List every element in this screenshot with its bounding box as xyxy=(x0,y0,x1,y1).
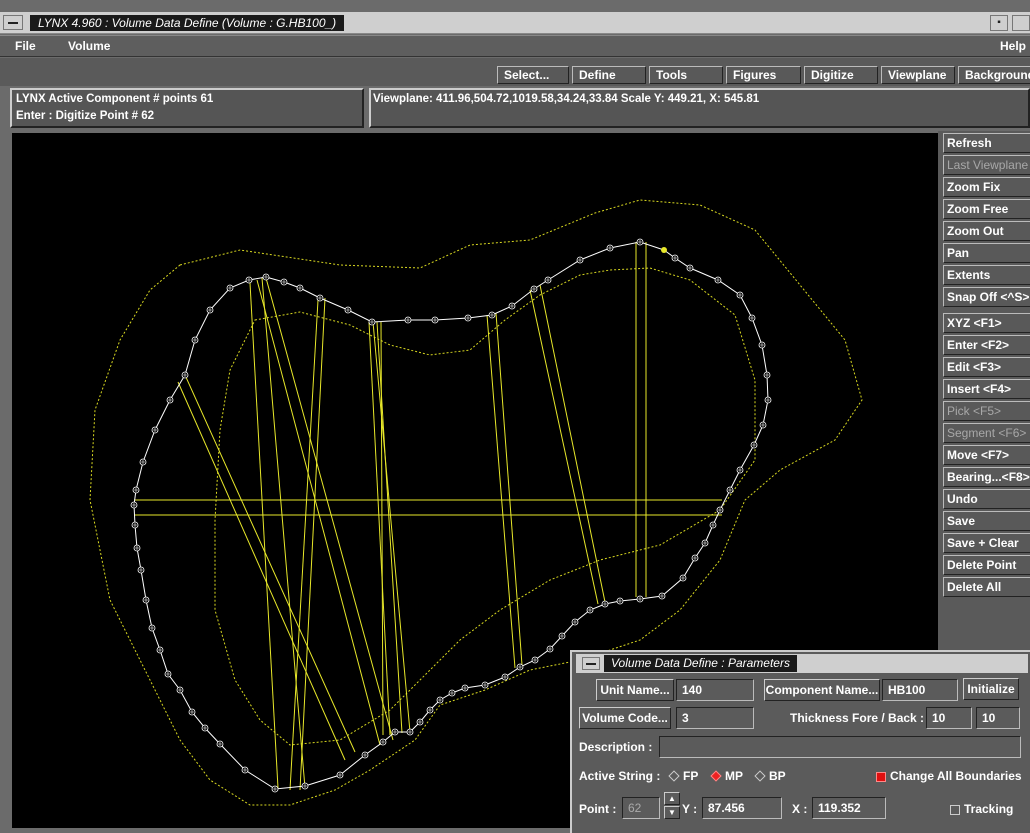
initialize-button[interactable]: Initialize xyxy=(963,678,1019,700)
viewplane-readout: Viewplane: 411.96,504.72,1019.58,34.24,3… xyxy=(373,93,760,105)
bearing-button[interactable]: Bearing...<F8> xyxy=(943,467,1030,487)
point-label: Point : xyxy=(579,802,617,816)
dialog-menu-icon[interactable] xyxy=(582,657,600,670)
menu-file[interactable]: File xyxy=(15,39,36,53)
toolbar-background-button[interactable]: Background xyxy=(958,66,1030,84)
maximize-icon[interactable] xyxy=(1012,15,1030,31)
title-bar: LYNX 4.960 : Volume Data Define (Volume … xyxy=(0,12,1030,34)
status-panel: LYNX Active Component # points 61 Enter … xyxy=(10,88,364,128)
zoom-free-button[interactable]: Zoom Free xyxy=(943,199,1030,219)
segment-button[interactable]: Segment <F6> xyxy=(943,423,1030,443)
active-component-status: LYNX Active Component # points 61 xyxy=(16,93,214,105)
enter-button[interactable]: Enter <F2> xyxy=(943,335,1030,355)
toolbar-tools-button[interactable]: Tools xyxy=(649,66,723,84)
change-all-checkbox[interactable] xyxy=(876,772,886,782)
save-clear-button[interactable]: Save + Clear xyxy=(943,533,1030,553)
pan-button[interactable]: Pan xyxy=(943,243,1030,263)
thickness-fore-field[interactable]: 10 xyxy=(926,707,972,729)
component-name-field[interactable]: HB100 xyxy=(882,679,958,701)
x-coordinate-field[interactable]: 119.352 xyxy=(812,797,886,819)
active-string-fp-radio[interactable]: FP xyxy=(666,769,698,783)
description-label: Description : xyxy=(579,740,653,754)
zoom-fix-button[interactable]: Zoom Fix xyxy=(943,177,1030,197)
active-string-bp-radio[interactable]: BP xyxy=(752,769,786,783)
point-number-field[interactable]: 62 xyxy=(622,797,660,819)
menu-bar: File Volume Help xyxy=(0,35,1030,57)
change-all-label: Change All Boundaries xyxy=(890,769,1022,783)
dialog-title-bar: Volume Data Define : Parameters xyxy=(576,654,1028,673)
toolbar-figures-button[interactable]: Figures xyxy=(726,66,801,84)
last-viewplane-button[interactable]: Last Viewplane xyxy=(943,155,1030,175)
radio-diamond-icon xyxy=(754,770,766,782)
save-button[interactable]: Save xyxy=(943,511,1030,531)
thickness-back-field[interactable]: 10 xyxy=(976,707,1020,729)
radio-diamond-icon xyxy=(668,770,680,782)
component-name-button[interactable]: Component Name... xyxy=(764,679,880,701)
tracking-label: Tracking xyxy=(964,802,1014,816)
active-string-label: Active String : xyxy=(579,769,661,783)
radio-diamond-icon xyxy=(710,770,722,782)
window-title: LYNX 4.960 : Volume Data Define (Volume … xyxy=(30,15,345,31)
active-string-mp-radio[interactable]: MP xyxy=(708,769,743,783)
dialog-title: Volume Data Define : Parameters xyxy=(604,655,797,672)
digitize-prompt: Enter : Digitize Point # 62 xyxy=(16,110,155,122)
unit-name-field[interactable]: 140 xyxy=(676,679,754,701)
active-vertex-marker xyxy=(661,247,667,253)
point-down-arrow-icon[interactable]: ▼ xyxy=(664,806,680,819)
tracking-checkbox[interactable] xyxy=(950,805,960,815)
pick-button[interactable]: Pick <F5> xyxy=(943,401,1030,421)
extents-button[interactable]: Extents xyxy=(943,265,1030,285)
undo-button[interactable]: Undo xyxy=(943,489,1030,509)
unit-name-button[interactable]: Unit Name... xyxy=(596,679,674,701)
y-label: Y : xyxy=(682,802,698,816)
toolbar-define-button[interactable]: Define xyxy=(572,66,646,84)
thickness-label: Thickness Fore / Back : xyxy=(790,711,925,725)
window-menu-icon[interactable] xyxy=(3,15,23,30)
move-button[interactable]: Move <F7> xyxy=(943,445,1030,465)
parameters-dialog: Volume Data Define : Parameters Unit Nam… xyxy=(570,650,1030,833)
refresh-button[interactable]: Refresh xyxy=(943,133,1030,153)
menu-help[interactable]: Help xyxy=(1000,39,1026,53)
toolbar: Select... Define Tools Figures Digitize … xyxy=(0,58,1030,86)
zoom-out-button[interactable]: Zoom Out xyxy=(943,221,1030,241)
delete-all-button[interactable]: Delete All xyxy=(943,577,1030,597)
volume-code-field[interactable]: 3 xyxy=(676,707,754,729)
menu-volume[interactable]: Volume xyxy=(68,39,110,53)
x-label: X : xyxy=(792,802,808,816)
snap-off-button[interactable]: Snap Off <^S> xyxy=(943,287,1030,307)
minimize-icon[interactable]: ▪ xyxy=(990,15,1008,31)
delete-point-button[interactable]: Delete Point xyxy=(943,555,1030,575)
toolbar-select-button[interactable]: Select... xyxy=(497,66,569,84)
volume-code-button[interactable]: Volume Code... xyxy=(579,707,671,729)
insert-button[interactable]: Insert <F4> xyxy=(943,379,1030,399)
xyz-button[interactable]: XYZ <F1> xyxy=(943,313,1030,333)
toolbar-digitize-button[interactable]: Digitize xyxy=(804,66,878,84)
edit-button[interactable]: Edit <F3> xyxy=(943,357,1030,377)
description-field[interactable] xyxy=(659,736,1021,758)
point-up-arrow-icon[interactable]: ▲ xyxy=(664,792,680,805)
viewplane-panel: Viewplane: 411.96,504.72,1019.58,34.24,3… xyxy=(369,88,1030,128)
y-coordinate-field[interactable]: 87.456 xyxy=(702,797,782,819)
toolbar-viewplane-button[interactable]: Viewplane xyxy=(881,66,955,84)
